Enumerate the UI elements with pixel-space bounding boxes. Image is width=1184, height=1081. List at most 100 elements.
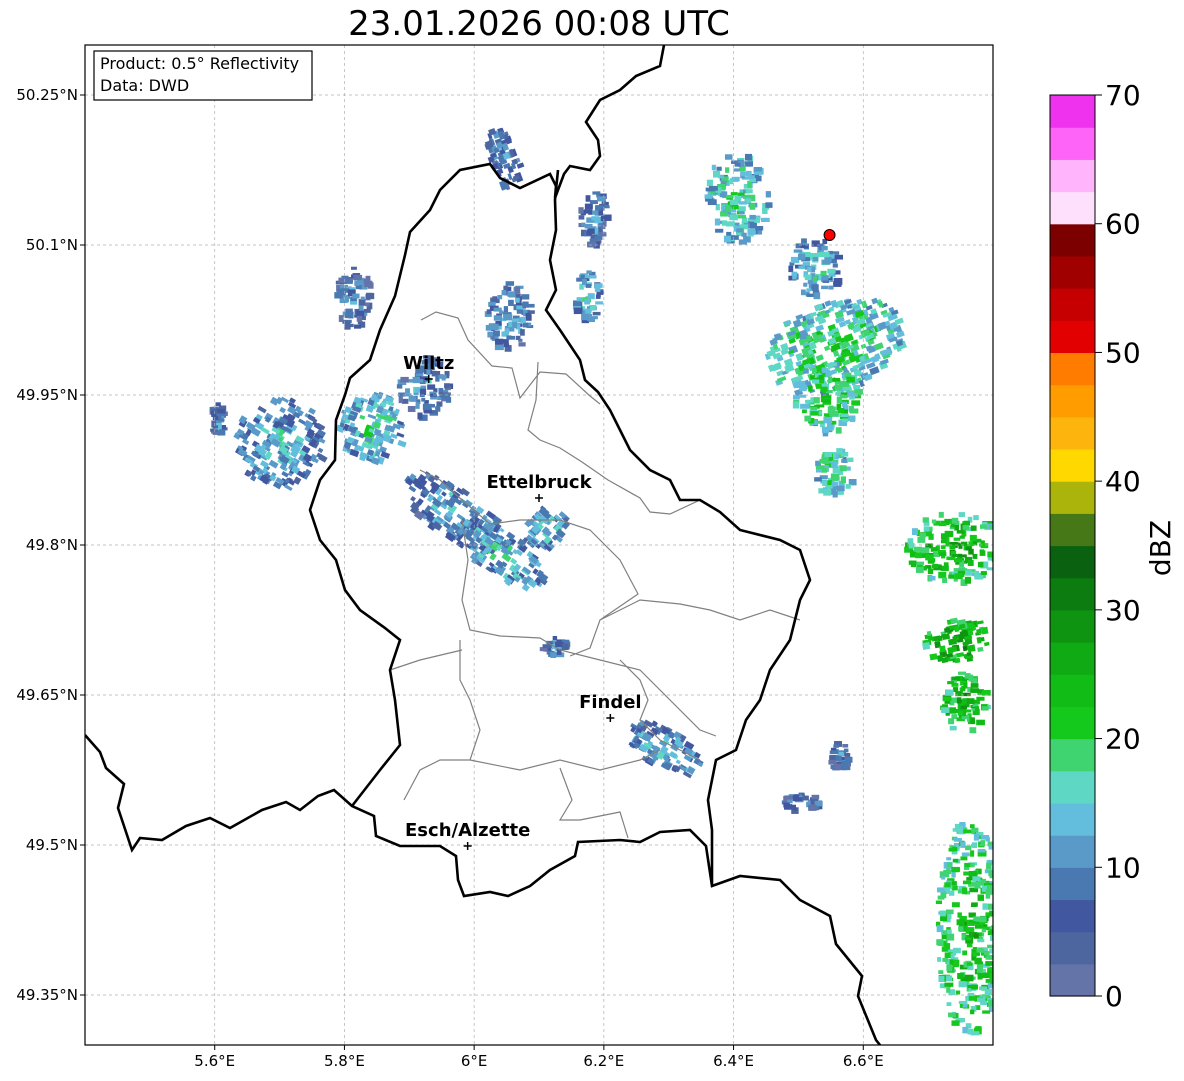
y-tick-label: 50.25°N [16, 86, 78, 104]
echo-pixel [503, 285, 508, 291]
echo-pixel [505, 281, 515, 286]
echo-pixel [950, 523, 955, 528]
echo-cell [628, 719, 704, 779]
echo-pixel [521, 294, 530, 300]
echo-pixel [365, 275, 371, 283]
echo-pixel [976, 948, 985, 953]
echo-pixel [986, 862, 992, 870]
echo-pixel [821, 426, 830, 433]
echo-pixel [851, 400, 861, 406]
echo-pixel [940, 545, 946, 550]
echo-pixel [951, 885, 958, 891]
echo-pixel [733, 168, 740, 172]
echo-pixel [352, 293, 360, 299]
echo-pixel [985, 837, 990, 842]
echo-pixel [944, 882, 951, 888]
colorbar-segment [1050, 674, 1095, 707]
echo-pixel [971, 984, 979, 990]
echo-pixel [977, 967, 983, 973]
echo-pixel [589, 305, 597, 311]
echo-pixel [984, 641, 990, 647]
echo-pixel [595, 301, 604, 305]
echo-pixel [588, 275, 597, 279]
echo-pixel [354, 324, 362, 329]
echo-pixel [353, 274, 363, 281]
echo-pixel [923, 522, 930, 526]
echo-pixel [923, 526, 930, 532]
echo-pixel [401, 398, 409, 404]
echo-pixel [997, 546, 1002, 549]
colorbar-label: dBZ [1144, 520, 1177, 576]
echo-pixel [833, 278, 843, 285]
echo-pixel [961, 934, 966, 941]
echo-pixel [941, 657, 949, 664]
echo-pixel [997, 897, 1004, 901]
colorbar-tick-label: 50 [1105, 336, 1141, 369]
echo-pixel [974, 706, 980, 713]
echo-pixel [963, 829, 972, 834]
echo-pixel [996, 894, 1002, 897]
echo-pixel [827, 268, 836, 274]
colorbar-tick-label: 30 [1105, 594, 1141, 627]
echo-pixel [986, 567, 993, 571]
echo-pixel [815, 468, 822, 473]
echo-pixel [802, 795, 809, 801]
echo-pixel [995, 926, 1003, 932]
echo-pixel [959, 822, 966, 827]
echo-pixel [745, 189, 753, 194]
echo-pixel [951, 866, 960, 873]
echo-pixel [939, 910, 947, 917]
echo-pixel [997, 915, 1006, 919]
echo-pixel [729, 235, 739, 240]
echo-pixel [492, 323, 499, 331]
echo-pixel [811, 240, 820, 247]
info-box: Product: 0.5° Reflectivity Data: DWD [93, 50, 313, 101]
colorbar-segment [1050, 191, 1095, 225]
colorbar-tick-label: 20 [1105, 723, 1141, 756]
echo-pixel [842, 418, 849, 423]
radar-site-marker [823, 229, 836, 241]
echo-pixel [979, 524, 988, 529]
colorbar-tick-label: 10 [1105, 851, 1141, 884]
info-data-source: Data: DWD [100, 76, 189, 95]
echo-pixel [508, 299, 514, 306]
echo-pixel [937, 895, 945, 900]
echo-pixel [765, 202, 773, 208]
echo-pixel [836, 485, 845, 492]
echo-pixel [827, 480, 833, 486]
echo-pixel [948, 638, 957, 646]
echo-pixel [725, 205, 731, 213]
echo-pixel [396, 432, 405, 438]
echo-pixel [996, 969, 1003, 973]
echo-pixel [994, 907, 1001, 911]
echo-cell [922, 617, 990, 664]
echo-pixel [952, 959, 960, 966]
echo-pixel [811, 368, 817, 375]
echo-pixel [832, 263, 838, 268]
echo-pixel [813, 397, 820, 404]
echo-pixel [939, 552, 947, 557]
city-marker-icon [535, 494, 543, 502]
echo-pixel [808, 804, 817, 811]
echo-pixel [397, 439, 407, 448]
colorbar-segment [1050, 642, 1095, 675]
echo-pixel [936, 925, 944, 933]
echo-cell [940, 671, 991, 734]
echo-pixel [442, 393, 451, 399]
echo-pixel [398, 392, 406, 397]
echo-pixel [408, 485, 417, 493]
echo-pixel [962, 645, 968, 652]
radar-map: 5.6°E 5.8°E 6°E 6.2°E 6.4°E 6.6°E 50.25°N 50.1°… [16, 44, 1177, 1070]
echo-pixel [849, 416, 856, 423]
echo-cell [572, 270, 604, 324]
x-tick-label: 5.8°E [324, 1052, 365, 1070]
echo-pixel [957, 889, 963, 894]
echo-pixel [822, 399, 831, 403]
echo-pixel [958, 512, 965, 518]
x-tick-label: 6.4°E [713, 1052, 754, 1070]
echo-pixel [792, 273, 797, 280]
echo-pixel [936, 939, 944, 946]
echo-pixel [704, 194, 713, 199]
echo-pixel [944, 982, 954, 987]
echo-pixel [968, 996, 977, 1001]
